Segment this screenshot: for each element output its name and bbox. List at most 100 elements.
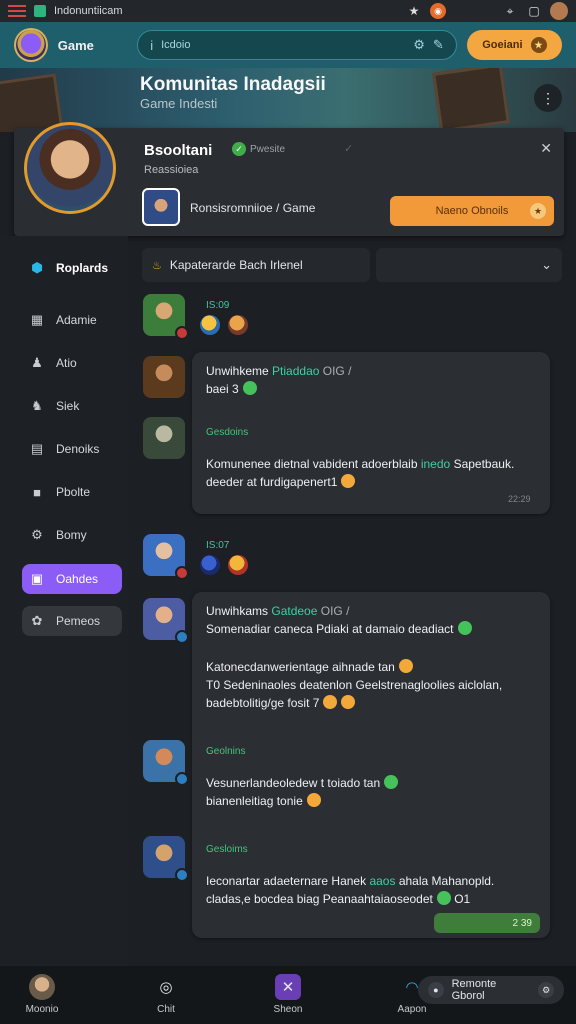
group-label: Gesdoins	[206, 427, 249, 438]
sidebar-item-label: Roplards	[56, 261, 109, 275]
profile-game: Ronsisromniioe / Game	[190, 201, 316, 215]
profile-subtitle: Reassioiea	[144, 164, 199, 176]
user-avatar[interactable]	[143, 534, 189, 580]
url-text[interactable]: Indonuntiicam	[54, 5, 398, 17]
search-input[interactable]: Icdoio	[161, 39, 405, 51]
message-line: deeder at furdigapenert1	[206, 475, 338, 489]
reaction-icon[interactable]	[200, 315, 220, 335]
emoji-icon	[341, 695, 356, 709]
rank-badge-icon	[175, 772, 189, 786]
menu-icon[interactable]	[8, 5, 26, 17]
message-line: ahala Mahanopld.	[398, 874, 495, 888]
rank-badge-icon	[175, 326, 189, 340]
browser-bar: Indonuntiicam ★ ◉ ⌖ ▢	[0, 0, 576, 22]
sidebar-item-label: Denoiks	[56, 442, 100, 456]
sidebar-item-roplards[interactable]: ⬢ Roplards	[22, 253, 122, 283]
message-text: baei 3	[206, 380, 257, 398]
badge-icon: ▣	[30, 571, 44, 586]
channel-header[interactable]: ♨ Kapaterarde Bach Irlenel	[142, 248, 370, 282]
sidebar-item-label: Bomy	[56, 528, 87, 542]
remote-control-pill[interactable]: ● Remonte Gborol ⚙	[418, 976, 564, 1004]
sidebar-item-pbolte[interactable]: ■ Pbolte	[22, 477, 122, 507]
chevron-down-icon: ⌄	[541, 257, 552, 272]
rank-badge-icon	[175, 566, 189, 580]
profile-avatar-large[interactable]	[24, 122, 116, 214]
settings-icon[interactable]: ⚙	[413, 37, 425, 53]
emoji-icon	[341, 474, 356, 488]
puzzle-icon: ✿	[31, 613, 43, 628]
coin-icon: ★	[530, 203, 546, 219]
message-line: baei 3	[206, 382, 239, 396]
channel-dropdown[interactable]: ⌄	[376, 248, 562, 282]
compass-icon[interactable]: ⌖	[502, 3, 518, 19]
user-avatar[interactable]	[143, 417, 185, 459]
header-action-button[interactable]: Goeiani ★	[466, 30, 562, 60]
user-avatar[interactable]	[143, 836, 189, 882]
message-line: Somenadiar caneca Pdiaki at damaio deadi…	[206, 622, 454, 636]
game-thumbnail[interactable]	[142, 188, 180, 226]
nav-item-sheon[interactable]: ✕ Sheon	[248, 974, 328, 1020]
timestamp: IS:09	[206, 300, 230, 311]
join-label: Naeno Obnoils	[435, 205, 509, 217]
nav-label: Aapon	[397, 1004, 427, 1015]
join-button[interactable]: Naeno Obnoils ★	[390, 196, 554, 226]
author-tag: Ptiaddao	[272, 364, 320, 378]
sidebar-item-atio[interactable]: ♟ Atio	[22, 348, 122, 378]
rank-badge-icon	[175, 868, 189, 882]
message-author: Unwihkeme Ptiaddao OIG /	[206, 364, 351, 378]
sidebar	[0, 236, 128, 966]
reaction-icon[interactable]	[200, 555, 220, 575]
message-highlight[interactable]: aaos	[369, 874, 395, 888]
profile-avatar[interactable]	[550, 2, 568, 20]
emoji-icon	[398, 659, 413, 673]
sidebar-item-label: Pemeos	[56, 614, 101, 628]
sidebar-item-siek[interactable]: ♞ Siek	[22, 391, 122, 421]
message-highlight[interactable]: inedo	[421, 457, 450, 471]
sidebar-item-oahdes[interactable]: ▣ Oahdes	[22, 564, 122, 594]
remote-icon: ●	[428, 982, 444, 998]
message-meta: OIG /	[320, 604, 350, 618]
more-options-icon[interactable]: ⋮	[534, 84, 562, 112]
extension-icon[interactable]: ◉	[430, 3, 446, 19]
reaction-chip[interactable]: 2 39	[434, 913, 540, 933]
nav-item-chit[interactable]: ◎ Chit	[126, 974, 206, 1020]
user-avatar[interactable]	[143, 356, 185, 398]
sidebar-item-label: Oahdes	[56, 572, 99, 586]
message-line: Ieconartar adaeternare Hanek	[206, 874, 367, 888]
user-avatar[interactable]	[143, 740, 189, 786]
settings-icon: ⚙	[538, 982, 554, 998]
map-marker-icon: ⬢	[31, 260, 43, 275]
close-icon[interactable]: ✕	[540, 140, 552, 157]
message-author: Unwihkams Gatdeoe OIG /	[206, 604, 349, 618]
channel-title: Kapaterarde Bach Irlenel	[169, 258, 303, 272]
emoji-icon	[242, 381, 257, 395]
profile-name: Bsooltani	[144, 142, 213, 159]
sidebar-item-adamie[interactable]: ▦ Adamie	[22, 305, 122, 335]
app-header: Game i Icdoio ⚙ ✎ Goeiani ★	[0, 22, 576, 68]
app-logo[interactable]	[14, 28, 48, 62]
message-line: T0 Sedeninaoles deatenlon Geelstrenagloo…	[206, 678, 503, 692]
check-icon: ✓	[344, 143, 354, 155]
message-text: Katonecdanwerientage aihnade tan T0 Sede…	[206, 658, 542, 712]
sidebar-item-denoiks[interactable]: ▤ Denoiks	[22, 434, 122, 464]
author-name: Unwihkams	[206, 604, 269, 618]
verified-icon: ✓	[232, 142, 246, 156]
reaction-icon[interactable]	[228, 315, 248, 335]
avatar-icon	[29, 974, 55, 1000]
people-icon: ♟	[31, 355, 43, 370]
pen-icon[interactable]: ✎	[433, 37, 444, 53]
flame-icon: ♨	[152, 259, 162, 272]
user-avatar[interactable]	[143, 294, 189, 340]
search-box[interactable]: i Icdoio ⚙ ✎	[137, 30, 457, 60]
group-label: Geolnins	[206, 746, 246, 757]
message-line: Komunenee dietnal vabident adoerblaib	[206, 457, 418, 471]
sidebar-item-label: Adamie	[56, 313, 97, 327]
sidebar-item-bomy[interactable]: ⚙ Bomy	[22, 520, 122, 550]
user-avatar[interactable]	[143, 598, 189, 644]
tabs-icon[interactable]: ▢	[526, 3, 542, 19]
star-icon[interactable]: ★	[406, 3, 422, 19]
sidebar-item-pemeos[interactable]: ✿ Pemeos	[22, 606, 122, 636]
nav-item-moonio[interactable]: Moonio	[2, 974, 82, 1020]
reaction-icon[interactable]	[228, 555, 248, 575]
message-meta: OIG /	[322, 364, 352, 378]
